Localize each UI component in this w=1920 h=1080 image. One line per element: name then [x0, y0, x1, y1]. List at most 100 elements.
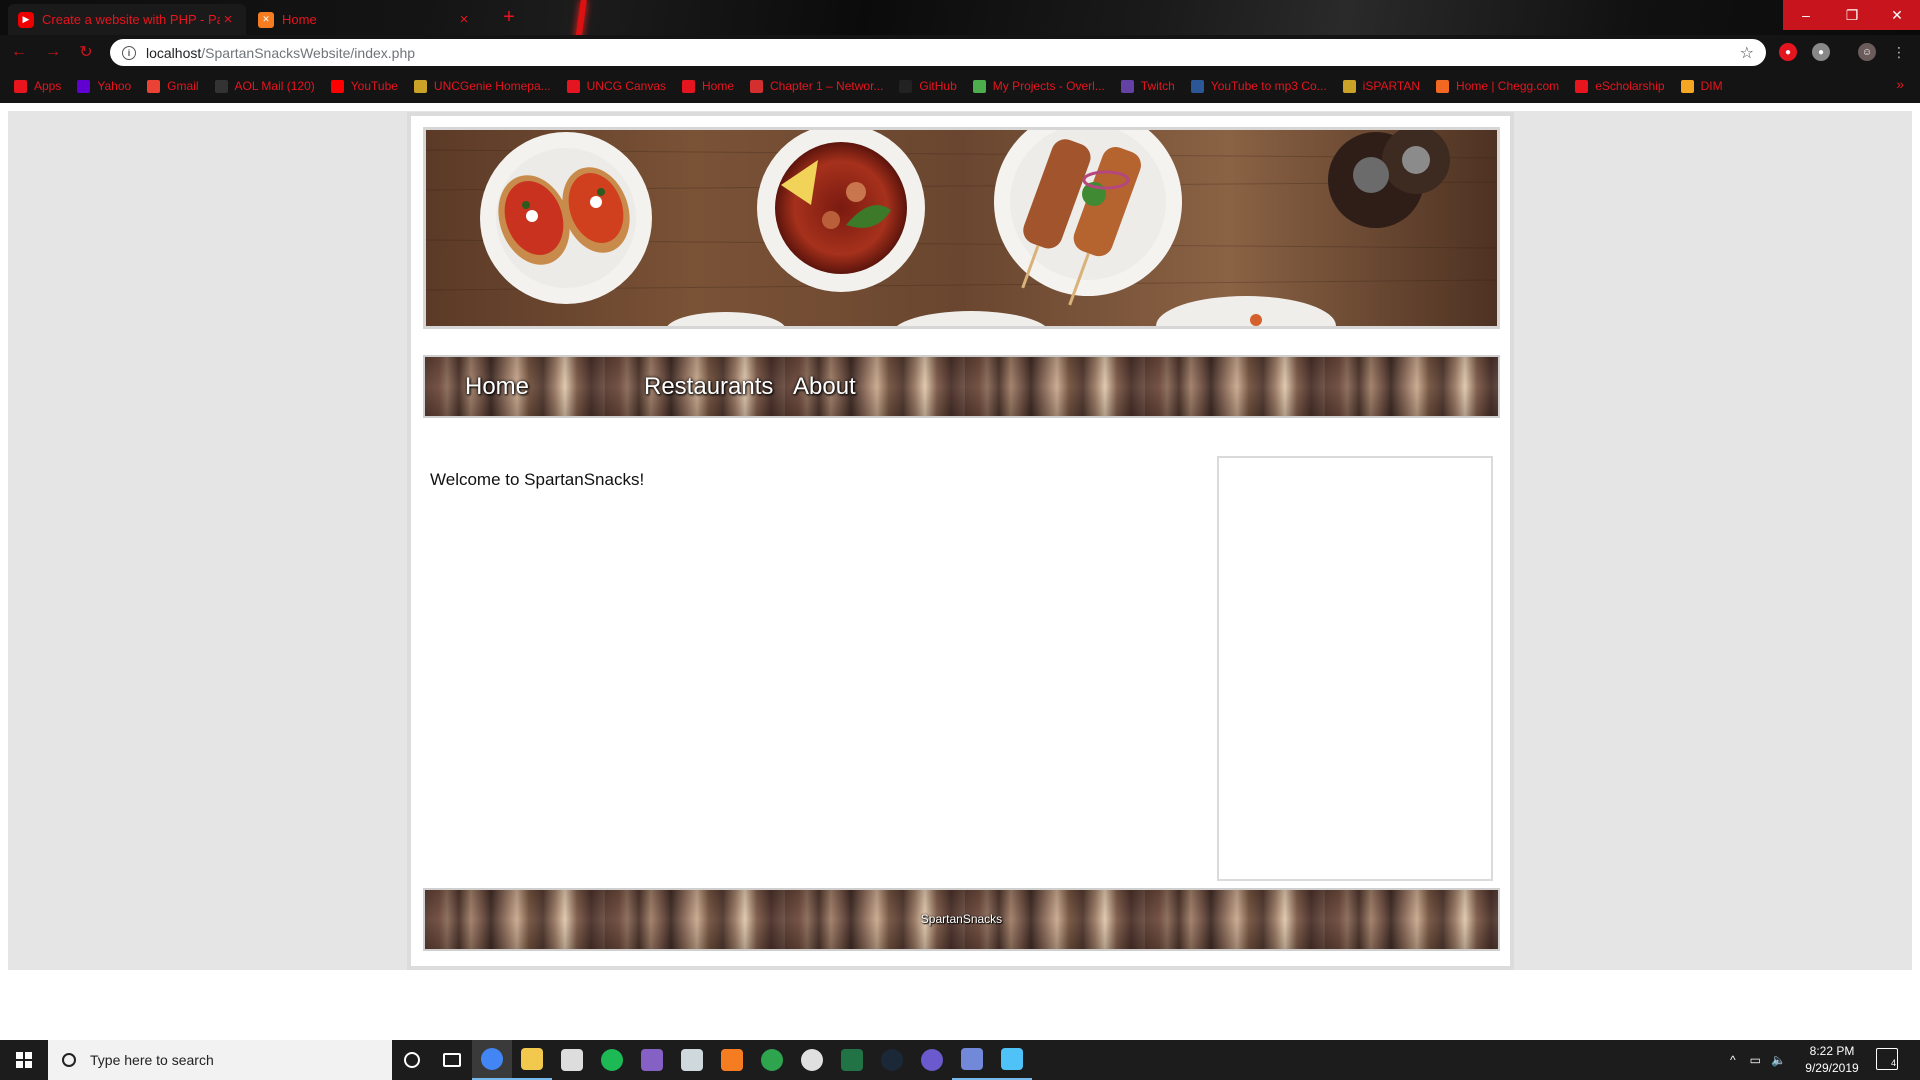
menu-kebab-icon[interactable]: ⋮: [1890, 43, 1908, 61]
bookmark-label: My Projects - Overl...: [992, 79, 1105, 93]
reload-icon[interactable]: ↻: [75, 41, 97, 63]
back-icon[interactable]: ←: [8, 41, 30, 63]
action-center-icon[interactable]: 4: [1876, 1048, 1898, 1070]
xampp-icon: ✕: [258, 11, 274, 28]
spartan-icon: [682, 79, 695, 93]
minimize-button[interactable]: –: [1783, 0, 1829, 30]
site-info-icon[interactable]: i: [122, 45, 136, 60]
bookmark-label: Home | Chegg.com: [1456, 79, 1560, 93]
bookmark-label: Apps: [34, 79, 62, 93]
bookmark-item[interactable]: iSPARTAN: [1342, 79, 1421, 93]
bookmark-item[interactable]: UNCGenie Homepa...: [413, 79, 551, 93]
bookmark-star-icon[interactable]: ☆: [1740, 43, 1754, 63]
gmail-icon: [147, 79, 161, 93]
sidebar-panel: [1217, 456, 1493, 881]
chevron-up-icon[interactable]: ^: [1730, 1053, 1736, 1067]
bookmark-item[interactable]: Chapter 1 – Networ...: [750, 79, 883, 93]
nav-link-about[interactable]: About: [793, 373, 856, 401]
bookmark-label: UNCGenie Homepa...: [433, 79, 551, 93]
cortana-icon[interactable]: [392, 1040, 432, 1080]
apps-grid-icon: [14, 79, 27, 93]
windows-taskbar: Type here to search ^ ▭ 🔈 8:22 PM 9/29/2…: [0, 1040, 1920, 1080]
windows-logo-icon: [16, 1052, 32, 1068]
bookmark-item[interactable]: Yahoo: [77, 79, 131, 93]
xbox-icon-glyph: [801, 1049, 823, 1071]
bookmark-label: Twitch: [1140, 79, 1175, 93]
bookmark-item[interactable]: AOL Mail (120): [214, 79, 315, 93]
tidal-icon[interactable]: [912, 1040, 952, 1080]
page-viewport: Home Restaurants About Welcome to Sparta…: [0, 103, 1920, 1040]
nav-link-restaurants[interactable]: Restaurants: [644, 373, 773, 401]
tab-home[interactable]: ✕ Home ×: [248, 4, 482, 35]
search-placeholder: Type here to search: [90, 1052, 214, 1068]
bookmark-item[interactable]: UNCG Canvas: [566, 79, 666, 93]
bookmark-item[interactable]: Apps: [14, 79, 61, 93]
close-icon[interactable]: ×: [456, 11, 472, 28]
taskbar-clock[interactable]: 8:22 PM 9/29/2019: [1795, 1043, 1869, 1077]
xbox-icon[interactable]: [792, 1040, 832, 1080]
close-icon[interactable]: ×: [220, 11, 236, 28]
xampp-icon[interactable]: [712, 1040, 752, 1080]
bookmark-item[interactable]: eScholarship: [1575, 79, 1665, 93]
escholarship-icon: [1575, 79, 1589, 93]
gitkraken-icon[interactable]: [752, 1040, 792, 1080]
task-view-icon[interactable]: [432, 1040, 472, 1080]
bookmark-item[interactable]: GitHub: [899, 79, 957, 93]
bookmark-item[interactable]: YouTube to mp3 Co...: [1190, 79, 1327, 93]
forward-icon[interactable]: →: [42, 41, 64, 63]
steam-icon[interactable]: [872, 1040, 912, 1080]
network-icon[interactable]: ▭: [1750, 1053, 1761, 1067]
bookmark-item[interactable]: DIM: [1680, 79, 1723, 93]
discord-icon[interactable]: [952, 1040, 992, 1080]
adblock-extension-icon[interactable]: ●: [1779, 43, 1797, 61]
youtube-icon: ▶: [18, 11, 34, 28]
bookmark-label: GitHub: [919, 79, 957, 93]
xampp-icon-glyph: [721, 1049, 743, 1071]
excel-icon-glyph: [841, 1049, 863, 1071]
bookmark-item[interactable]: My Projects - Overl...: [972, 79, 1105, 93]
maximize-button[interactable]: ❐: [1829, 0, 1875, 30]
file-explorer-icon[interactable]: [512, 1040, 552, 1080]
taskbar-search-box[interactable]: Type here to search: [48, 1040, 392, 1080]
visual-studio-icon-glyph: [641, 1049, 663, 1071]
extension-icon[interactable]: ●: [1812, 43, 1830, 61]
file-explorer-icon-glyph: [521, 1048, 543, 1070]
bookmarks-overflow-button[interactable]: »: [1896, 76, 1904, 92]
photos-icon[interactable]: [552, 1040, 592, 1080]
notification-count: 4: [1890, 1058, 1896, 1068]
photos-icon-glyph: [561, 1049, 583, 1071]
bookmark-label: UNCG Canvas: [586, 79, 666, 93]
tab-youtube-video[interactable]: ▶ Create a website with PHP - Par ×: [8, 4, 246, 35]
chrome-icon[interactable]: [472, 1040, 512, 1080]
uncg-icon: [1342, 79, 1356, 93]
address-bar[interactable]: i localhost/SpartanSnacksWebsite/index.p…: [110, 39, 1766, 66]
site-wrapper: Home Restaurants About Welcome to Sparta…: [407, 112, 1514, 970]
bookmark-item[interactable]: Home | Chegg.com: [1436, 79, 1559, 93]
gitkraken-icon-glyph: [761, 1049, 783, 1071]
volume-icon[interactable]: 🔈: [1771, 1053, 1786, 1067]
bookmark-item[interactable]: Home: [682, 79, 734, 93]
bookmark-label: iSPARTAN: [1362, 79, 1421, 93]
github-icon: [899, 79, 913, 93]
bookmark-item[interactable]: YouTube: [330, 79, 398, 93]
excel-icon[interactable]: [832, 1040, 872, 1080]
visual-studio-icon[interactable]: [632, 1040, 672, 1080]
close-window-button[interactable]: ✕: [1874, 0, 1920, 30]
bookmark-label: Chapter 1 – Networ...: [770, 79, 884, 93]
welcome-message: Welcome to SpartanSnacks!: [430, 470, 645, 489]
new-tab-button[interactable]: +: [498, 6, 520, 28]
spotify-icon[interactable]: [592, 1040, 632, 1080]
cube-icon[interactable]: [992, 1040, 1032, 1080]
tab-title: Create a website with PHP - Par: [42, 12, 220, 27]
bookmark-label: YouTube: [350, 79, 398, 93]
tab-title: Home: [282, 12, 317, 27]
chapter-icon: [750, 79, 764, 93]
bookmark-item[interactable]: Twitch: [1120, 79, 1175, 93]
windows-start-button[interactable]: [0, 1040, 48, 1080]
mail-icon[interactable]: [672, 1040, 712, 1080]
address-url[interactable]: localhost/SpartanSnacksWebsite/index.php: [146, 45, 1740, 61]
profile-avatar[interactable]: ☺: [1858, 43, 1876, 61]
discord-icon-glyph: [961, 1048, 983, 1070]
nav-link-home[interactable]: Home: [465, 373, 529, 401]
bookmark-item[interactable]: Gmail: [147, 79, 199, 93]
